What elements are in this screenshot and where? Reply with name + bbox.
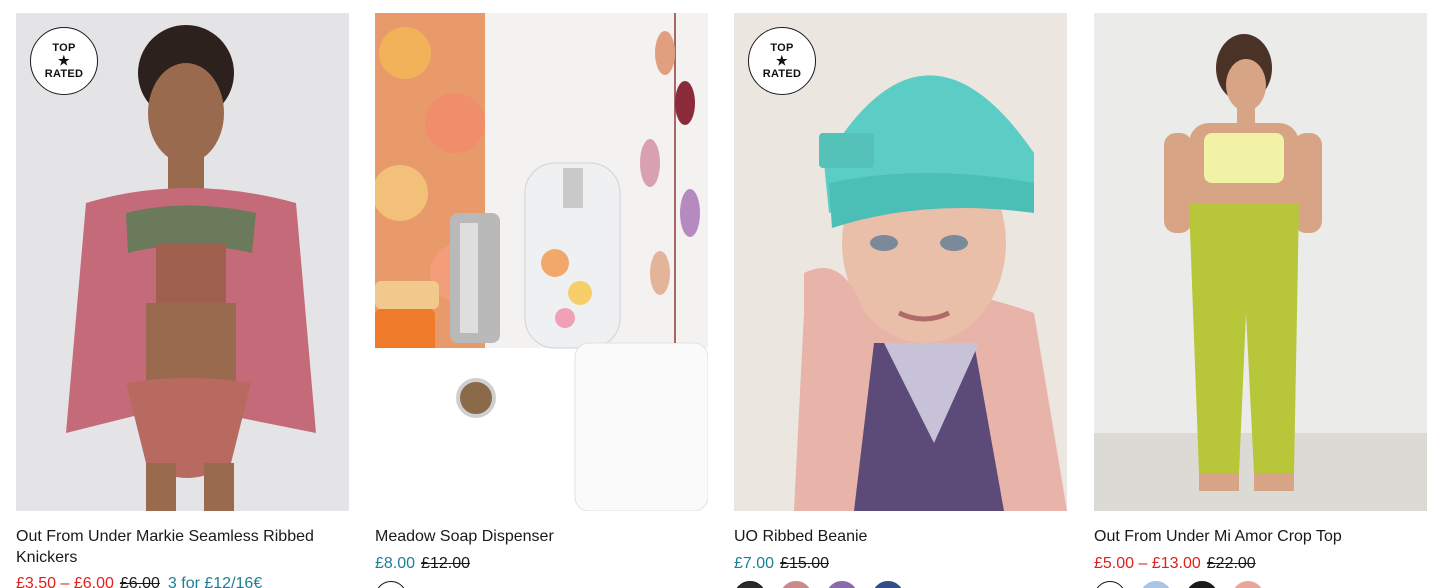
promo-label: 3 for £12/16€ bbox=[167, 575, 263, 588]
color-swatch[interactable] bbox=[780, 581, 812, 588]
star-icon: ★ bbox=[58, 53, 70, 68]
product-image-link[interactable] bbox=[1094, 13, 1427, 511]
badge-rated-label: RATED bbox=[762, 68, 802, 80]
original-price: £12.00 bbox=[421, 555, 470, 572]
current-price: £7.00 bbox=[734, 555, 775, 572]
star-icon: ★ bbox=[776, 53, 788, 68]
color-swatch[interactable] bbox=[1140, 581, 1172, 588]
sale-price: £5.00 – £13.00 bbox=[1094, 555, 1201, 572]
product-image-link[interactable]: TOP ★ RATED bbox=[734, 13, 1067, 511]
product-prices: £5.00 – £13.00 £22.00 bbox=[1094, 554, 1264, 574]
color-swatches bbox=[1094, 581, 1264, 588]
color-swatch[interactable] bbox=[375, 581, 407, 588]
product-name-link[interactable]: Out From Under Markie Seamless Ribbed Kn… bbox=[16, 526, 346, 568]
product-name-link[interactable]: Meadow Soap Dispenser bbox=[375, 526, 705, 547]
color-swatch[interactable] bbox=[734, 581, 766, 588]
top-rated-badge: TOP ★ RATED bbox=[748, 27, 816, 95]
original-price: £15.00 bbox=[780, 555, 829, 572]
product-prices: £7.00 £15.00 bbox=[734, 554, 837, 574]
badge-rated-label: RATED bbox=[44, 68, 84, 80]
color-swatches bbox=[375, 581, 407, 588]
color-swatch[interactable] bbox=[1186, 581, 1218, 588]
color-swatch[interactable] bbox=[826, 581, 858, 588]
product-name-link[interactable]: UO Ribbed Beanie bbox=[734, 526, 1064, 547]
product-image-link[interactable] bbox=[375, 13, 708, 511]
product-photo bbox=[1094, 13, 1427, 511]
product-card: Meadow Soap Dispenser £8.00 £12.00 bbox=[375, 13, 708, 588]
product-card: TOP ★ RATED UO Ribbed Beanie £7.00 £15.00 bbox=[734, 13, 1067, 588]
current-price: £8.00 bbox=[375, 555, 416, 572]
color-swatch[interactable] bbox=[1094, 581, 1126, 588]
original-price: £6.00 bbox=[119, 575, 160, 588]
color-swatch[interactable] bbox=[872, 581, 904, 588]
product-card: Out From Under Mi Amor Crop Top £5.00 – … bbox=[1094, 13, 1427, 588]
product-grid: TOP ★ RATED Out From Under Markie Seamle… bbox=[16, 13, 1427, 588]
top-rated-badge: TOP ★ RATED bbox=[30, 27, 98, 95]
product-image-link[interactable]: TOP ★ RATED bbox=[16, 13, 349, 511]
product-card: TOP ★ RATED Out From Under Markie Seamle… bbox=[16, 13, 349, 588]
product-prices: £3.50 – £6.00 £6.00 3 for £12/16€ bbox=[16, 574, 262, 588]
original-price: £22.00 bbox=[1206, 555, 1256, 572]
color-swatch[interactable] bbox=[1232, 581, 1264, 588]
color-swatches bbox=[734, 581, 904, 588]
sale-price: £3.50 – £6.00 bbox=[16, 575, 114, 588]
product-photo bbox=[375, 13, 708, 511]
product-name-link[interactable]: Out From Under Mi Amor Crop Top bbox=[1094, 526, 1424, 547]
product-prices: £8.00 £12.00 bbox=[375, 554, 478, 574]
